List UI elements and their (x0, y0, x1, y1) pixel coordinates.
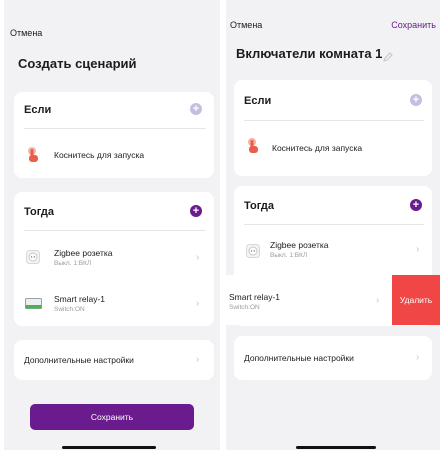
if-card: Если + Коснитесь для запуска (14, 92, 214, 178)
then-card: Тогда + Zigbee розетка Выкл. 1:ВКЛ › Sma… (14, 192, 214, 326)
page-title: Включатели комната 1 (236, 46, 383, 61)
trigger-label[interactable]: Коснитесь для запуска (272, 143, 362, 153)
edit-scenario-screen: Отмена Сохранить Включатели комната 1 Ес… (226, 0, 440, 450)
home-indicator (62, 446, 156, 449)
advanced-settings-label: Дополнительные настройки (244, 353, 354, 363)
advanced-settings-row[interactable]: Дополнительные настройки › (14, 340, 214, 380)
advanced-settings-label: Дополнительные настройки (24, 355, 134, 365)
pencil-icon[interactable] (383, 49, 393, 67)
add-condition-button[interactable]: + (410, 94, 422, 106)
plus-icon: + (412, 199, 420, 211)
trigger-label[interactable]: Коснитесь для запуска (54, 150, 144, 160)
chevron-right-icon: › (416, 244, 420, 255)
swiped-action-row-relay[interactable]: Smart relay-1 Switch:ON › Удалить (226, 275, 440, 325)
action-name: Smart relay-1 (54, 294, 106, 304)
page-title: Создать сценарий (18, 56, 137, 71)
add-action-button[interactable]: + (190, 205, 202, 217)
hand-tap-icon (26, 147, 40, 168)
action-status: Switch:ON (54, 306, 85, 313)
advanced-settings-row[interactable]: Дополнительные настройки › (234, 336, 432, 380)
socket-icon (246, 244, 260, 263)
add-condition-button[interactable]: + (190, 103, 202, 115)
add-action-button[interactable]: + (410, 199, 422, 211)
home-indicator (296, 446, 376, 449)
if-section-title: Если (24, 104, 52, 116)
plus-icon: + (192, 205, 200, 217)
hand-tap-icon (246, 138, 260, 159)
action-status: Switch:ON (229, 304, 260, 311)
delete-button[interactable]: Удалить (392, 275, 440, 325)
cancel-button[interactable]: Отмена (10, 28, 42, 38)
chevron-right-icon: › (376, 295, 380, 306)
action-name: Zigbee розетка (270, 240, 329, 250)
if-section-title: Если (244, 95, 272, 107)
chevron-right-icon: › (196, 298, 200, 309)
action-name: Zigbee розетка (54, 248, 113, 258)
save-button[interactable]: Сохранить (30, 404, 194, 430)
plus-icon: + (192, 103, 200, 115)
create-scenario-screen: Отмена Создать сценарий Если + Коснитесь… (4, 0, 220, 450)
save-top-button[interactable]: Сохранить (391, 20, 436, 30)
action-status: Выкл. 1:ВКЛ (270, 252, 308, 259)
chevron-right-icon: › (416, 352, 420, 363)
then-section-title: Тогда (244, 200, 275, 212)
delete-label: Удалить (399, 295, 433, 305)
cancel-button[interactable]: Отмена (230, 20, 262, 30)
then-section-title: Тогда (24, 206, 55, 218)
plus-icon: + (412, 94, 420, 106)
relay-icon (25, 296, 42, 314)
action-status: Выкл. 1:ВКЛ (54, 260, 92, 267)
chevron-right-icon: › (196, 252, 200, 263)
socket-icon (26, 250, 40, 269)
chevron-right-icon: › (196, 354, 200, 365)
action-name: Smart relay-1 (229, 292, 281, 302)
swiped-row-content[interactable]: Smart relay-1 Switch:ON › (226, 275, 392, 325)
if-card: Если + Коснитесь для запуска (234, 80, 432, 176)
